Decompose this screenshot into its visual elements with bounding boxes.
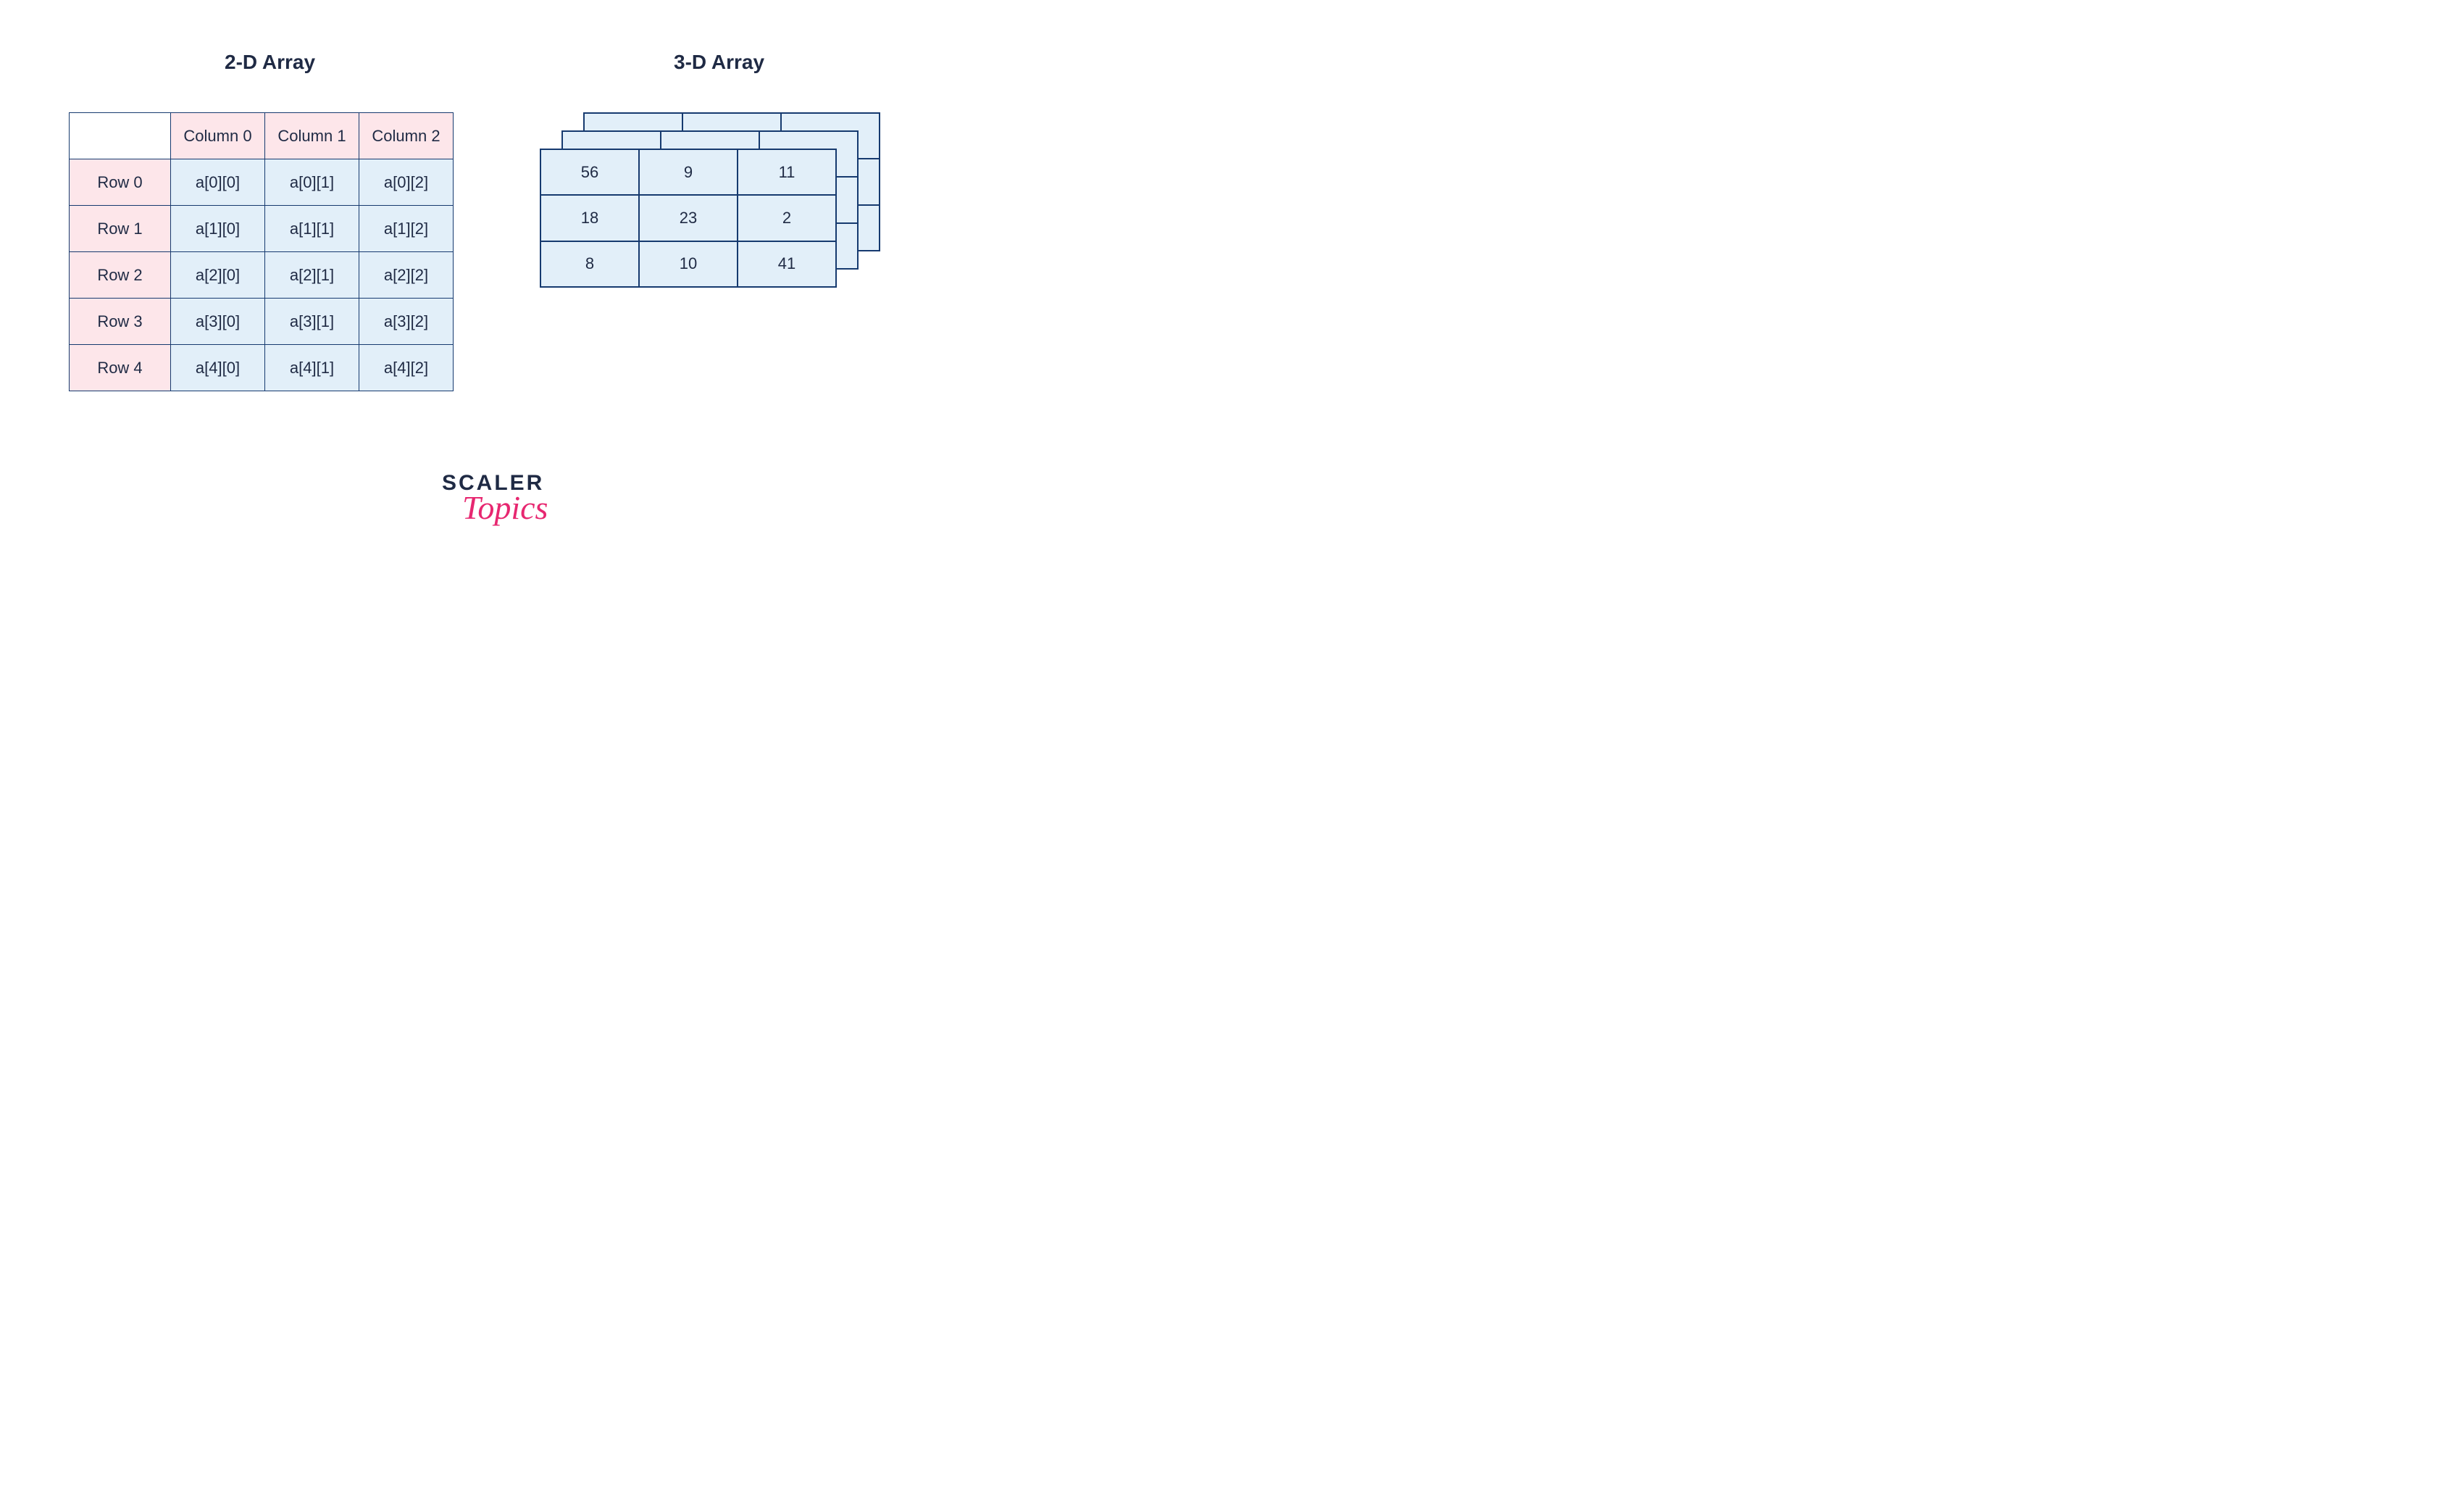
- array-cell: a[2][2]: [359, 252, 454, 299]
- column-header: Column 2: [359, 113, 454, 159]
- two-d-array-table: Column 0 Column 1 Column 2 Row 0 a[0][0]…: [69, 112, 454, 391]
- array-cell: a[1][0]: [171, 206, 265, 252]
- array-cell: 10: [639, 241, 738, 287]
- array-cell: a[3][1]: [265, 299, 359, 345]
- diagram-canvas: 2-D Array 3-D Array Column 0 Column 1 Co…: [0, 0, 1116, 682]
- three-d-array-stack: 56 9 11 18 23 2 8 10 41: [540, 112, 902, 301]
- row-header: Row 0: [70, 159, 171, 206]
- array-cell: a[3][2]: [359, 299, 454, 345]
- array-cell: 41: [738, 241, 836, 287]
- array-cell: a[2][1]: [265, 252, 359, 299]
- array-cell: 11: [738, 149, 836, 195]
- table-corner-cell: [70, 113, 171, 159]
- array-cell: a[4][0]: [171, 345, 265, 391]
- row-header: Row 3: [70, 299, 171, 345]
- array-cell: a[0][1]: [265, 159, 359, 206]
- array-cell: a[4][1]: [265, 345, 359, 391]
- logo-line-topics: Topics: [462, 488, 548, 527]
- array-cell: 2: [738, 195, 836, 241]
- array-cell: a[4][2]: [359, 345, 454, 391]
- array-cell: a[1][1]: [265, 206, 359, 252]
- row-header: Row 2: [70, 252, 171, 299]
- array-cell: a[0][0]: [171, 159, 265, 206]
- column-header: Column 1: [265, 113, 359, 159]
- column-header: Column 0: [171, 113, 265, 159]
- row-header: Row 4: [70, 345, 171, 391]
- array-cell: 23: [639, 195, 738, 241]
- array-cell: a[3][0]: [171, 299, 265, 345]
- array-cell: 56: [540, 149, 639, 195]
- scaler-topics-logo: SCALER Topics: [442, 471, 548, 527]
- three-d-layer-front: 56 9 11 18 23 2 8 10 41: [540, 149, 837, 288]
- array-cell: a[0][2]: [359, 159, 454, 206]
- array-cell: 18: [540, 195, 639, 241]
- array-cell: a[2][0]: [171, 252, 265, 299]
- array-cell: 8: [540, 241, 639, 287]
- title-3d-array: 3-D Array: [674, 51, 764, 74]
- title-2d-array: 2-D Array: [225, 51, 315, 74]
- array-cell: a[1][2]: [359, 206, 454, 252]
- row-header: Row 1: [70, 206, 171, 252]
- array-cell: 9: [639, 149, 738, 195]
